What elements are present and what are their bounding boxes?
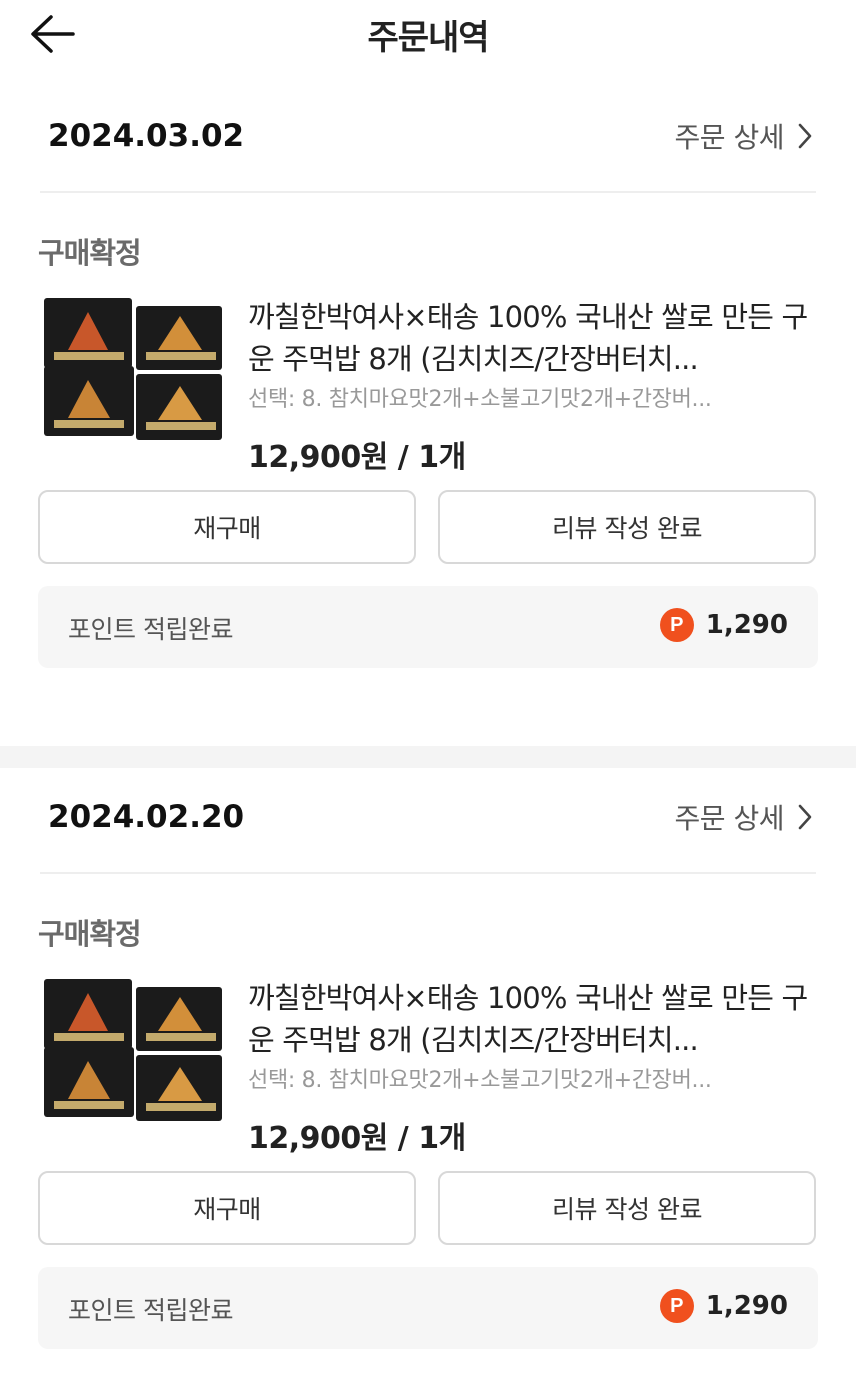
- point-label: 포인트 적립완료: [68, 1296, 233, 1325]
- point-value: 1,290: [705, 610, 788, 640]
- point-value: 1,290: [705, 1291, 788, 1321]
- product-option: 선택: 8. 참치마요맛2개+소불고기맛2개+간장버...: [248, 1068, 712, 1093]
- order-detail-link[interactable]: 주문 상세: [675, 797, 812, 837]
- point-bar: 포인트 적립완료 P 1,290: [38, 586, 818, 668]
- product-info[interactable]: 까칠한박여사×태송 100% 국내산 쌀로 만든 구운 주먹밥 8개 (김치치즈…: [248, 977, 816, 1157]
- point-value-group: P 1,290: [659, 1289, 788, 1323]
- product-image[interactable]: [40, 975, 226, 1123]
- order-detail-label: 주문 상세: [674, 121, 785, 154]
- product-info[interactable]: 까칠한박여사×태송 100% 국내산 쌀로 만든 구운 주먹밥 8개 (김치치즈…: [248, 296, 816, 476]
- product-price: 12,900원 / 1개: [248, 1121, 466, 1156]
- order-status: 구매확정: [38, 917, 142, 951]
- point-badge-icon: P: [659, 608, 694, 642]
- order-detail-link[interactable]: 주문 상세: [675, 116, 812, 156]
- point-label: 포인트 적립완료: [68, 615, 233, 644]
- product-name: 까칠한박여사×태송 100% 국내산 쌀로 만든 구운 주먹밥 8개 (김치치즈…: [248, 300, 808, 376]
- product-image[interactable]: [40, 294, 226, 442]
- order-date: 2024.02.20: [48, 799, 245, 835]
- review-complete-button[interactable]: 리뷰 작성 완료: [438, 490, 816, 564]
- rebuy-button[interactable]: 재구매: [38, 490, 416, 564]
- header: 주문내역: [0, 0, 856, 70]
- order-date: 2024.03.02: [48, 118, 245, 154]
- order-header: 2024.02.20 주문 상세: [40, 751, 816, 874]
- order-status: 구매확정: [38, 236, 142, 270]
- chevron-right-icon: [798, 123, 812, 149]
- point-bar: 포인트 적립완료 P 1,290: [38, 1267, 818, 1349]
- product-price: 12,900원 / 1개: [248, 440, 466, 475]
- product-option: 선택: 8. 참치마요맛2개+소불고기맛2개+간장버...: [248, 387, 712, 412]
- order-detail-label: 주문 상세: [674, 802, 785, 835]
- order-history-screen: 주문내역 2024.03.02 주문 상세 구매확정 까칠한박여사×태송 100…: [0, 0, 856, 1395]
- rebuy-button[interactable]: 재구매: [38, 1171, 416, 1245]
- order-card: 2024.03.02 주문 상세 구매확정 까칠한박여사×태송 100% 국내산…: [0, 70, 856, 748]
- page-title: 주문내역: [367, 18, 489, 58]
- review-complete-button[interactable]: 리뷰 작성 완료: [438, 1171, 816, 1245]
- order-card: 2024.02.20 주문 상세 구매확정 까칠한박여사×태송 100% 국내산…: [0, 751, 856, 1395]
- chevron-right-icon: [798, 804, 812, 830]
- order-header: 2024.03.02 주문 상세: [40, 70, 816, 193]
- point-badge-icon: P: [659, 1289, 694, 1323]
- product-name: 까칠한박여사×태송 100% 국내산 쌀로 만든 구운 주먹밥 8개 (김치치즈…: [248, 981, 808, 1057]
- point-value-group: P 1,290: [659, 608, 788, 642]
